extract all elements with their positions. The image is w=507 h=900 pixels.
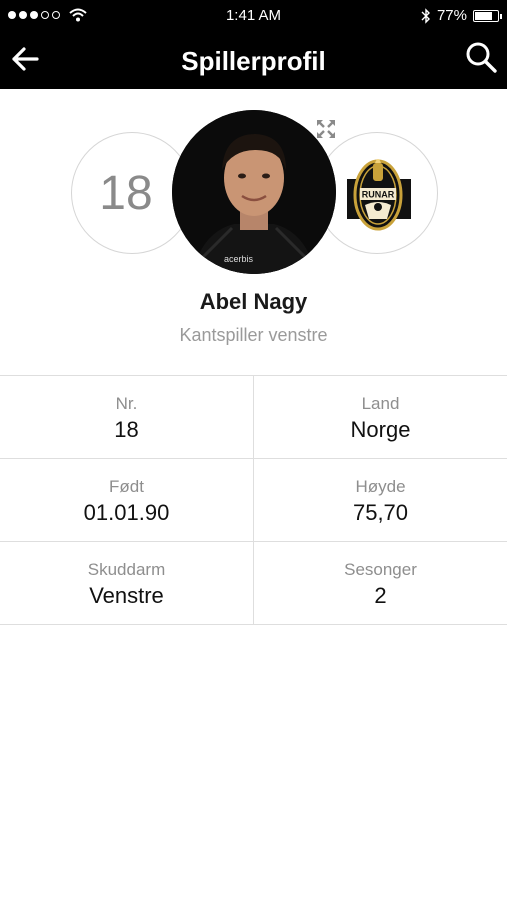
- stat-cell-height: Høyde 75,70: [253, 459, 507, 541]
- stat-value: Norge: [350, 417, 411, 442]
- status-bar: 1:41 AM 77%: [0, 0, 507, 32]
- svg-text:acerbis: acerbis: [224, 254, 254, 264]
- stats-row: Nr. 18 Land Norge: [0, 376, 507, 459]
- stat-label: Land: [361, 394, 400, 413]
- page-title: Spillerprofil: [181, 46, 326, 76]
- stat-cell-number: Nr. 18: [0, 376, 253, 458]
- player-position: Kantspiller venstre: [179, 325, 328, 345]
- stat-value: 01.01.90: [83, 500, 170, 525]
- expand-icon[interactable]: [314, 117, 338, 141]
- search-icon[interactable]: [465, 41, 499, 75]
- stat-cell-country: Land Norge: [253, 376, 507, 458]
- stat-value: 2: [374, 583, 387, 608]
- battery-icon: [473, 9, 502, 22]
- stat-label: Skuddarm: [87, 560, 166, 579]
- stat-label: Født: [109, 477, 144, 496]
- stat-value: 75,70: [352, 500, 409, 525]
- stat-label: Nr.: [115, 394, 138, 413]
- player-photo-image: acerbis: [172, 110, 336, 274]
- battery-percent: 77%: [436, 7, 467, 24]
- stats-row: Født 01.01.90 Høyde 75,70: [0, 459, 507, 542]
- stat-value: Venstre: [89, 583, 164, 608]
- stat-cell-shooting-arm: Skuddarm Venstre: [0, 542, 253, 624]
- bluetooth-icon: [421, 7, 430, 24]
- navigation-bar: Spillerprofil: [0, 32, 507, 89]
- jersey-number: 18: [99, 166, 153, 220]
- stat-value: 18: [114, 417, 139, 442]
- club-logo-text: RUNAR: [362, 190, 395, 200]
- player-name: Abel Nagy: [199, 289, 308, 314]
- stat-label: Høyde: [355, 477, 406, 496]
- stat-label: Sesonger: [344, 560, 417, 579]
- stats-row: Skuddarm Venstre Sesonger 2: [0, 542, 507, 625]
- battery-fill: [475, 11, 492, 20]
- stats-table: Nr. 18 Land Norge Født 01.01.90 Høyde 75…: [0, 375, 507, 625]
- player-photo[interactable]: acerbis: [172, 110, 336, 274]
- stat-cell-born: Født 01.01.90: [0, 459, 253, 541]
- stat-cell-seasons: Sesonger 2: [253, 542, 507, 624]
